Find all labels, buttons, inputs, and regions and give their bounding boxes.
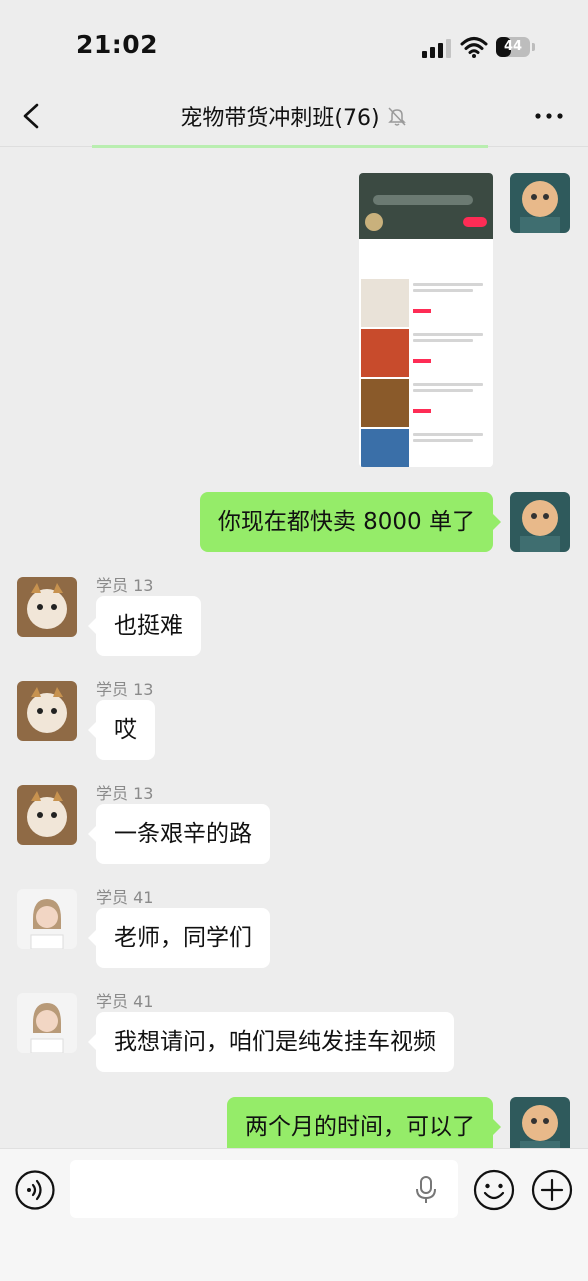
message-bubble-in[interactable]: 一条艰辛的路	[88, 804, 270, 864]
product-title-line	[413, 289, 473, 292]
message-bubble-in[interactable]: 也挺难	[88, 596, 201, 656]
input-bar	[0, 1148, 588, 1281]
product-price	[413, 309, 431, 313]
message-input[interactable]	[70, 1160, 458, 1218]
message-bubble-out[interactable]: 你现在都快卖 8000 单了	[199, 492, 502, 552]
message-bubble-in[interactable]: 我想请问，咱们是纯发挂车视频	[88, 1012, 454, 1072]
battery-cap	[532, 43, 535, 51]
screenshot-shop-avatar	[365, 213, 383, 231]
product-title-line	[413, 433, 483, 436]
emoji-icon[interactable]	[472, 1168, 516, 1212]
product-title-line	[413, 439, 473, 442]
product-title-line	[413, 333, 483, 336]
product-title-line	[413, 283, 483, 286]
product-title-line	[413, 389, 473, 392]
chat-header: 宠物带货冲刺班(76)	[0, 88, 588, 147]
my-avatar[interactable]	[510, 173, 570, 233]
sender-avatar-41[interactable]	[17, 993, 77, 1053]
sender-name: 学员 13	[96, 784, 154, 803]
screenshot-follow-button	[463, 217, 487, 227]
screenshot-search	[373, 195, 473, 205]
status-time: 21:02	[76, 30, 159, 59]
product-price	[413, 359, 431, 363]
battery-indicator: 44	[496, 37, 530, 57]
chat-title: 宠物带货冲刺班(76)	[180, 106, 380, 131]
sender-avatar-13[interactable]	[17, 681, 77, 741]
product-thumb	[361, 329, 409, 377]
screenshot-product-row	[361, 379, 491, 427]
message-bubble-in[interactable]: 老师，同学们	[88, 908, 270, 968]
battery-level: 44	[503, 39, 523, 54]
product-title-line	[413, 383, 483, 386]
screenshot-header	[359, 173, 493, 239]
sender-name: 学员 41	[96, 992, 154, 1011]
product-thumb	[361, 429, 409, 467]
shared-screenshot-image[interactable]	[359, 173, 493, 467]
status-bar: 21:02 44	[0, 0, 588, 88]
chat-title-container: 宠物带货冲刺班(76)	[0, 100, 588, 132]
sender-avatar-41[interactable]	[17, 889, 77, 949]
my-avatar[interactable]	[510, 1097, 570, 1148]
sender-name: 学员 41	[96, 888, 154, 907]
screenshot-product-row	[361, 279, 491, 327]
bell-slash-icon	[387, 107, 406, 126]
more-options-button[interactable]	[532, 102, 566, 130]
plus-circle-icon[interactable]	[530, 1168, 574, 1212]
product-thumb	[361, 279, 409, 327]
screenshot-tabs	[359, 239, 493, 269]
mic-icon[interactable]	[414, 1175, 438, 1205]
voice-icon[interactable]	[14, 1169, 56, 1211]
sender-avatar-13[interactable]	[17, 785, 77, 845]
product-thumb	[361, 379, 409, 427]
sender-name: 学员 13	[96, 576, 154, 595]
message-list[interactable]: 你现在都快卖 8000 单了 学员 13 也挺难 学员 13 哎 学员 13 一…	[0, 148, 588, 1148]
message-bubble-out[interactable]: 两个月的时间，可以了	[227, 1097, 501, 1148]
my-avatar[interactable]	[510, 492, 570, 552]
message-bubble-in[interactable]: 哎	[88, 700, 155, 760]
sender-avatar-13[interactable]	[17, 577, 77, 637]
product-price	[413, 409, 431, 413]
sender-name: 学员 13	[96, 680, 154, 699]
screenshot-product-row	[361, 329, 491, 377]
cellular-signal-icon	[422, 39, 451, 58]
product-title-line	[413, 339, 473, 342]
screenshot-product-row	[361, 429, 491, 467]
wifi-icon	[460, 37, 488, 58]
